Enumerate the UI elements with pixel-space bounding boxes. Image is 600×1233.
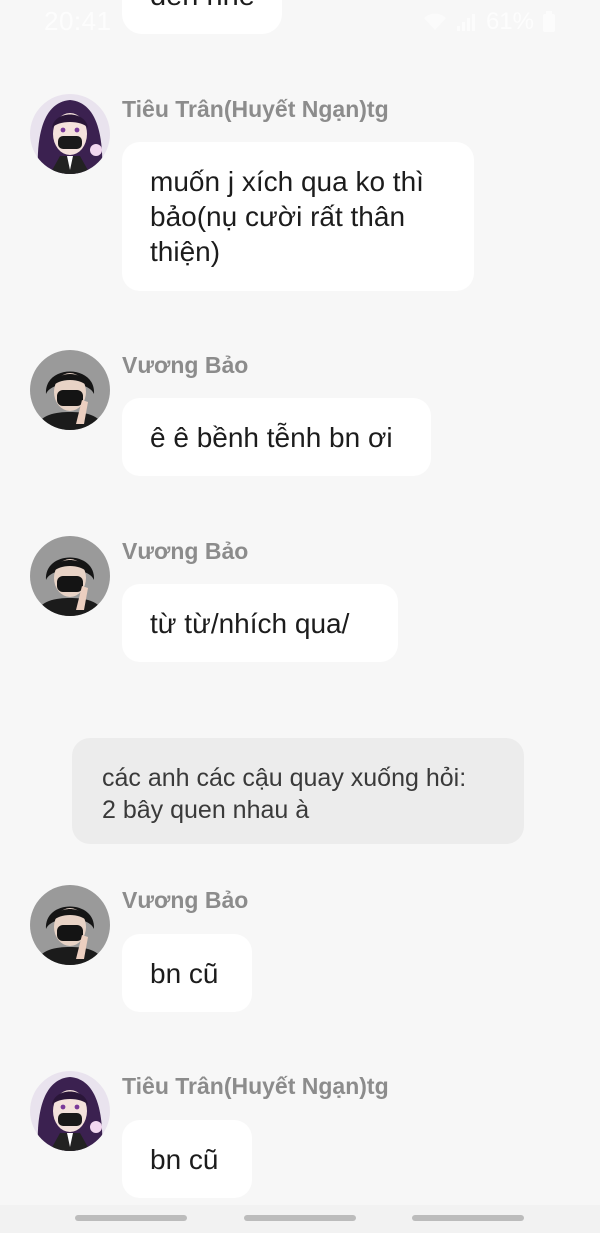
nav-back-button[interactable] xyxy=(412,1215,524,1221)
narration-line: các anh các cậu quay xuống hỏi: xyxy=(102,764,467,792)
message-bubble[interactable]: bn cũ xyxy=(122,934,252,1012)
message-bubble[interactable]: bn cũ xyxy=(122,1120,252,1198)
narration-line: 2 bây quen nhau à xyxy=(102,796,310,824)
message-line: ê ê bềnh tễnh bn ơi xyxy=(150,422,393,453)
status-icons: 61% xyxy=(422,8,556,36)
signal-icon xyxy=(456,12,478,32)
message-line: từ từ/nhích qua/ xyxy=(150,608,350,639)
wifi-icon xyxy=(422,12,448,32)
masked-boy-avatar[interactable] xyxy=(30,536,110,616)
message-line: muốn j xích qua ko thì xyxy=(150,166,424,197)
status-bar: 20:41 61% xyxy=(0,0,600,46)
battery-percent: 61% xyxy=(485,8,534,35)
battery-icon xyxy=(542,11,556,33)
message-bubble[interactable]: ê ê bềnh tễnh bn ơi xyxy=(122,398,431,476)
sender-name: Vương Bảo xyxy=(122,538,249,564)
sender-name: Tiêu Trân(Huyết Ngạn)tg xyxy=(122,1073,389,1099)
message-line: bn cũ xyxy=(150,1144,219,1175)
status-time: 20:41 xyxy=(44,6,112,36)
message-bubble[interactable]: muốn j xích qua ko thì bảo(nụ cười rất t… xyxy=(122,142,474,291)
message-line: thiện) xyxy=(150,236,221,267)
message-line: bảo(nụ cười rất thân xyxy=(150,201,406,232)
message-bubble[interactable]: từ từ/nhích qua/ xyxy=(122,584,398,662)
purple-hair-girl-avatar[interactable] xyxy=(30,94,110,174)
navigation-bar xyxy=(0,1205,600,1233)
sender-name: Vương Bảo xyxy=(122,887,249,913)
nav-home-button[interactable] xyxy=(244,1215,356,1221)
sender-name: Vương Bảo xyxy=(122,352,249,378)
masked-boy-avatar[interactable] xyxy=(30,350,110,430)
purple-hair-girl-avatar[interactable] xyxy=(30,1071,110,1151)
message-line: bn cũ xyxy=(150,958,219,989)
sender-name: Tiêu Trân(Huyết Ngạn)tg xyxy=(122,96,389,122)
narration-bubble[interactable]: các anh các cậu quay xuống hỏi: 2 bây qu… xyxy=(72,738,524,844)
masked-boy-avatar[interactable] xyxy=(30,885,110,965)
nav-recents-button[interactable] xyxy=(75,1215,187,1221)
